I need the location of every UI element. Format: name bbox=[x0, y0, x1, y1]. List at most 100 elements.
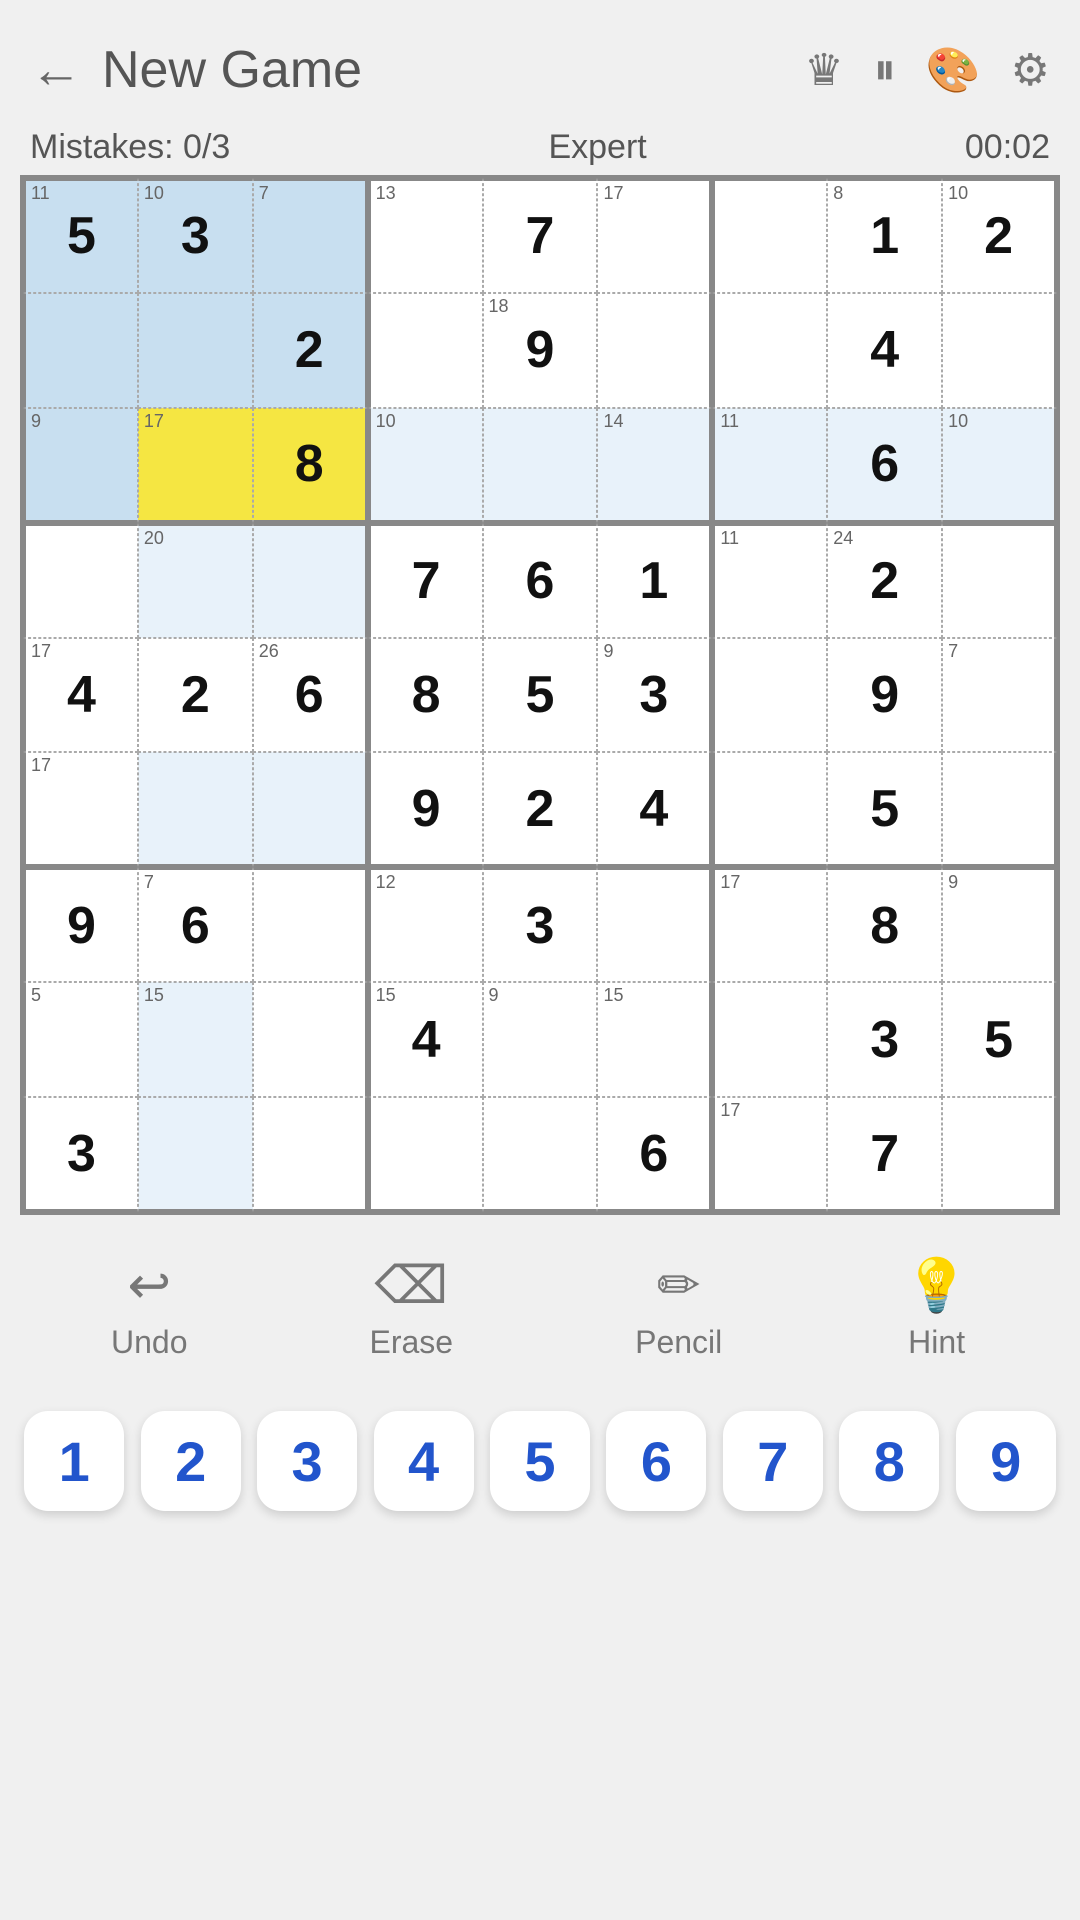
cell-r8-c8[interactable] bbox=[942, 1097, 1057, 1212]
cell-r1-c3[interactable] bbox=[368, 293, 483, 408]
cell-r8-c5[interactable]: 6 bbox=[597, 1097, 712, 1212]
cell-r0-c3[interactable]: 13 bbox=[368, 178, 483, 293]
cell-r6-c3[interactable]: 12 bbox=[368, 867, 483, 982]
cell-r6-c6[interactable]: 17 bbox=[712, 867, 827, 982]
cell-r0-c7[interactable]: 81 bbox=[827, 178, 942, 293]
numpad-btn-6[interactable]: 6 bbox=[606, 1411, 706, 1511]
cell-r7-c3[interactable]: 154 bbox=[368, 982, 483, 1097]
cell-r4-c8[interactable]: 7 bbox=[942, 638, 1057, 753]
cell-r0-c5[interactable]: 17 bbox=[597, 178, 712, 293]
numpad-btn-4[interactable]: 4 bbox=[374, 1411, 474, 1511]
cell-r3-c6[interactable]: 11 bbox=[712, 523, 827, 638]
toolbar-erase[interactable]: ⌫ Erase bbox=[370, 1256, 454, 1361]
cell-r3-c1[interactable]: 20 bbox=[138, 523, 253, 638]
cell-r8-c7[interactable]: 7 bbox=[827, 1097, 942, 1212]
cell-r3-c4[interactable]: 6 bbox=[483, 523, 598, 638]
cell-r3-c7[interactable]: 242 bbox=[827, 523, 942, 638]
cell-r2-c5[interactable]: 14 bbox=[597, 408, 712, 523]
cell-r8-c3[interactable] bbox=[368, 1097, 483, 1212]
cell-r3-c3[interactable]: 7 bbox=[368, 523, 483, 638]
numpad-btn-1[interactable]: 1 bbox=[24, 1411, 124, 1511]
toolbar-pencil[interactable]: ✏ Pencil bbox=[635, 1256, 722, 1361]
cell-r1-c7[interactable]: 4 bbox=[827, 293, 942, 408]
cell-r4-c2[interactable]: 266 bbox=[253, 638, 368, 753]
numpad-btn-7[interactable]: 7 bbox=[723, 1411, 823, 1511]
cell-r8-c2[interactable] bbox=[253, 1097, 368, 1212]
cell-r3-c2[interactable] bbox=[253, 523, 368, 638]
cell-r0-c4[interactable]: 7 bbox=[483, 178, 598, 293]
cell-r7-c2[interactable] bbox=[253, 982, 368, 1097]
cell-r4-c4[interactable]: 5 bbox=[483, 638, 598, 753]
numpad-btn-5[interactable]: 5 bbox=[490, 1411, 590, 1511]
cell-r4-c1[interactable]: 2 bbox=[138, 638, 253, 753]
cell-r2-c3[interactable]: 10 bbox=[368, 408, 483, 523]
cell-r0-c1[interactable]: 103 bbox=[138, 178, 253, 293]
cell-r4-c0[interactable]: 174 bbox=[23, 638, 138, 753]
cell-r0-c0[interactable]: 115 bbox=[23, 178, 138, 293]
cell-r6-c0[interactable]: 9 bbox=[23, 867, 138, 982]
crown-icon[interactable]: ♛ bbox=[804, 45, 843, 96]
cell-r7-c6[interactable] bbox=[712, 982, 827, 1097]
numpad-btn-8[interactable]: 8 bbox=[839, 1411, 939, 1511]
cell-r1-c0[interactable] bbox=[23, 293, 138, 408]
settings-icon[interactable]: ⚙ bbox=[1011, 45, 1050, 96]
cell-r6-c4[interactable]: 3 bbox=[483, 867, 598, 982]
cell-r6-c1[interactable]: 76 bbox=[138, 867, 253, 982]
cell-r0-c2[interactable]: 7 bbox=[253, 178, 368, 293]
toolbar-hint[interactable]: 💡 Hint bbox=[904, 1255, 969, 1361]
cell-r5-c6[interactable] bbox=[712, 752, 827, 867]
cell-r6-c2[interactable] bbox=[253, 867, 368, 982]
back-button[interactable]: ← bbox=[30, 40, 82, 100]
cell-r5-c1[interactable] bbox=[138, 752, 253, 867]
cell-r5-c0[interactable]: 17 bbox=[23, 752, 138, 867]
cell-r7-c4[interactable]: 9 bbox=[483, 982, 598, 1097]
cell-r1-c5[interactable] bbox=[597, 293, 712, 408]
cell-r7-c7[interactable]: 3 bbox=[827, 982, 942, 1097]
cell-r5-c2[interactable] bbox=[253, 752, 368, 867]
cell-r2-c1[interactable]: 17 bbox=[138, 408, 253, 523]
cell-r5-c5[interactable]: 4 bbox=[597, 752, 712, 867]
cell-r2-c0[interactable]: 9 bbox=[23, 408, 138, 523]
cell-r7-c0[interactable]: 5 bbox=[23, 982, 138, 1097]
cell-r8-c4[interactable] bbox=[483, 1097, 598, 1212]
cell-r8-c6[interactable]: 17 bbox=[712, 1097, 827, 1212]
cell-r5-c8[interactable] bbox=[942, 752, 1057, 867]
cell-r5-c4[interactable]: 2 bbox=[483, 752, 598, 867]
cell-r6-c5[interactable] bbox=[597, 867, 712, 982]
cell-r2-c8[interactable]: 10 bbox=[942, 408, 1057, 523]
cell-r3-c0[interactable] bbox=[23, 523, 138, 638]
cell-r1-c1[interactable] bbox=[138, 293, 253, 408]
cell-r5-c3[interactable]: 9 bbox=[368, 752, 483, 867]
cell-r3-c8[interactable] bbox=[942, 523, 1057, 638]
toolbar-undo[interactable]: ↩ Undo bbox=[111, 1256, 188, 1361]
cell-r4-c6[interactable] bbox=[712, 638, 827, 753]
cell-r1-c2[interactable]: 2 bbox=[253, 293, 368, 408]
cell-r1-c8[interactable] bbox=[942, 293, 1057, 408]
cell-r4-c5[interactable]: 93 bbox=[597, 638, 712, 753]
cell-r6-c8[interactable]: 9 bbox=[942, 867, 1057, 982]
numpad-btn-9[interactable]: 9 bbox=[956, 1411, 1056, 1511]
erase-icon: ⌫ bbox=[375, 1256, 449, 1316]
cell-r0-c6[interactable] bbox=[712, 178, 827, 293]
cell-r2-c4[interactable] bbox=[483, 408, 598, 523]
cell-r7-c8[interactable]: 5 bbox=[942, 982, 1057, 1097]
cell-r2-c7[interactable]: 6 bbox=[827, 408, 942, 523]
palette-icon[interactable]: 🎨 bbox=[926, 44, 981, 96]
cell-r7-c1[interactable]: 15 bbox=[138, 982, 253, 1097]
cell-r2-c2[interactable]: 8 bbox=[253, 408, 368, 523]
cell-r1-c4[interactable]: 189 bbox=[483, 293, 598, 408]
cell-r2-c6[interactable]: 11 bbox=[712, 408, 827, 523]
numpad-btn-2[interactable]: 2 bbox=[141, 1411, 241, 1511]
cell-r5-c7[interactable]: 5 bbox=[827, 752, 942, 867]
cell-r7-c5[interactable]: 15 bbox=[597, 982, 712, 1097]
cell-r4-c3[interactable]: 8 bbox=[368, 638, 483, 753]
cell-r3-c5[interactable]: 1 bbox=[597, 523, 712, 638]
cell-r8-c1[interactable] bbox=[138, 1097, 253, 1212]
cell-r1-c6[interactable] bbox=[712, 293, 827, 408]
numpad-btn-3[interactable]: 3 bbox=[257, 1411, 357, 1511]
cell-r8-c0[interactable]: 3 bbox=[23, 1097, 138, 1212]
cell-r4-c7[interactable]: 9 bbox=[827, 638, 942, 753]
cell-r6-c7[interactable]: 8 bbox=[827, 867, 942, 982]
cell-r0-c8[interactable]: 102 bbox=[942, 178, 1057, 293]
pause-icon[interactable]: ⏸ bbox=[874, 45, 896, 95]
